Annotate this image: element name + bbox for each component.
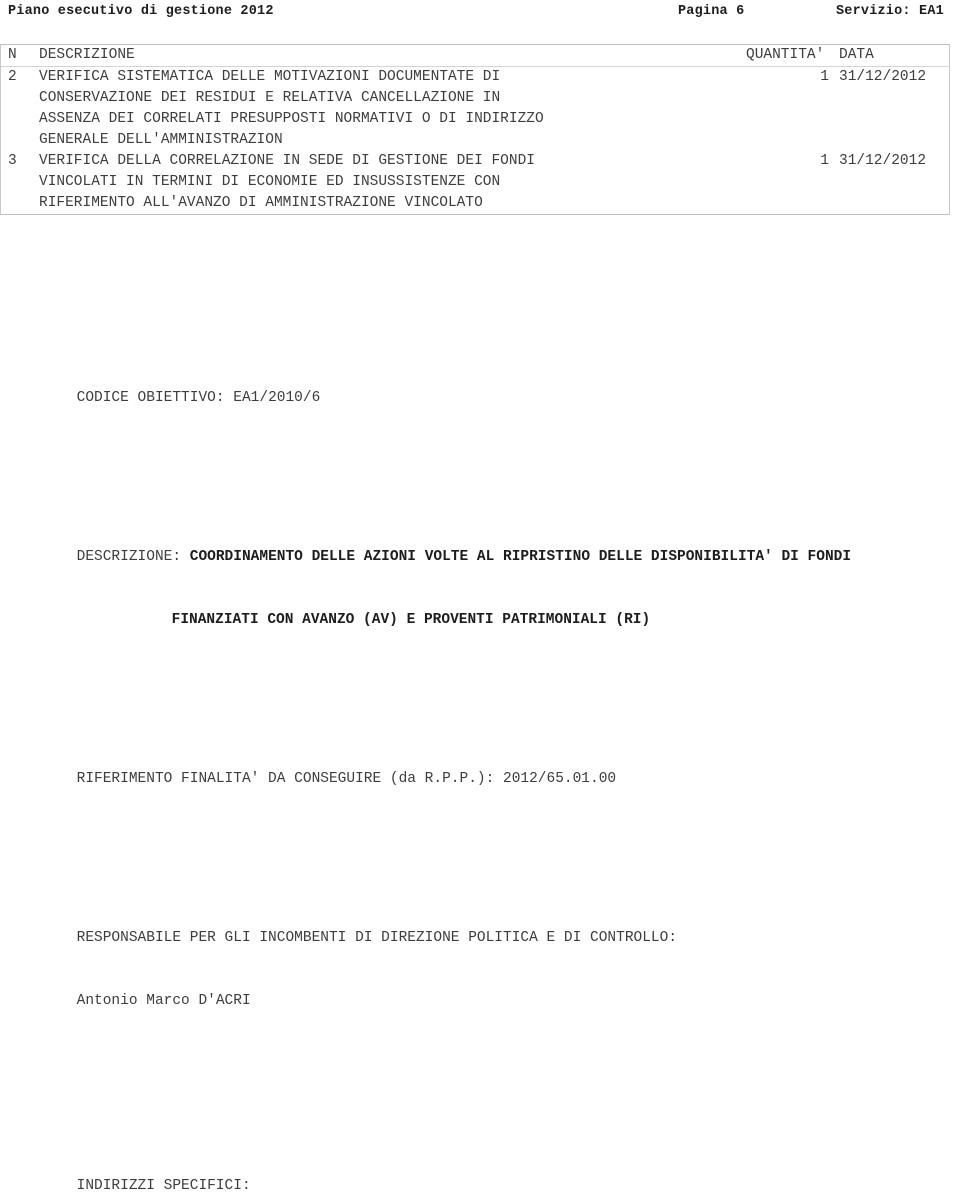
objective-block: CODICE OBIETTIVO: EA1/2010/6 DESCRIZIONE…	[0, 215, 950, 1202]
responsabile-value: Antonio Marco D'ACRI	[76, 993, 251, 1009]
row-number: 3	[8, 153, 17, 169]
descrizione-row-continuation: FINANZIATI CON AVANZO (AV) E PROVENTI PA…	[0, 589, 950, 628]
row-description-line: VINCOLATI IN TERMINI DI ECONOMIE ED INSU…	[39, 174, 501, 190]
table-row-continuation: ASSENZA DEI CORRELATI PRESUPPOSTI NORMAT…	[1, 109, 949, 130]
row-description-line: ASSENZA DEI CORRELATI PRESUPPOSTI NORMAT…	[39, 111, 544, 127]
row-description-line: VERIFICA SISTEMATICA DELLE MOTIVAZIONI D…	[39, 69, 501, 85]
table-row-continuation: CONSERVAZIONE DEI RESIDUI E RELATIVA CAN…	[1, 88, 949, 109]
row-quantity: 1	[820, 153, 829, 169]
row-number: 2	[8, 69, 17, 85]
table-row-continuation: GENERALE DELL'AMMINISTRAZION	[1, 130, 949, 151]
riferimento-finalita-text: RIFERIMENTO FINALITA' DA CONSEGUIRE (da …	[76, 771, 617, 787]
descrizione-value-line-1: COORDINAMENTO DELLE AZIONI VOLTE AL RIPR…	[189, 549, 852, 565]
document-body: N DESCRIZIONE QUANTITA' DATA 2 VERIFICA …	[0, 44, 960, 1202]
service-label: Servizio: EA1	[836, 4, 944, 19]
codice-obiettivo-row: CODICE OBIETTIVO: EA1/2010/6	[0, 367, 950, 406]
row-description-line: GENERALE DELL'AMMINISTRAZION	[39, 132, 283, 148]
column-header-n: N	[8, 47, 17, 63]
column-header-descrizione: DESCRIZIONE	[39, 47, 135, 63]
indirizzi-specifici-label: INDIRIZZI SPECIFICI:	[76, 1178, 251, 1194]
descrizione-row: DESCRIZIONE: COORDINAMENTO DELLE AZIONI …	[0, 526, 950, 565]
table-row-continuation: RIFERIMENTO ALL'AVANZO DI AMMINISTRAZION…	[1, 193, 949, 214]
responsabile-label-row: RESPONSABILE PER GLI INCOMBENTI DI DIREZ…	[0, 907, 950, 946]
table-row: 3 VERIFICA DELLA CORRELAZIONE IN SEDE DI…	[1, 151, 949, 172]
row-description-line: CONSERVAZIONE DEI RESIDUI E RELATIVA CAN…	[39, 90, 501, 106]
table-header-row: N DESCRIZIONE QUANTITA' DATA	[1, 45, 949, 67]
objectives-results-table-top: N DESCRIZIONE QUANTITA' DATA 2 VERIFICA …	[0, 44, 950, 215]
riferimento-finalita-row: RIFERIMENTO FINALITA' DA CONSEGUIRE (da …	[0, 748, 950, 787]
descrizione-value-line-2: FINANZIATI CON AVANZO (AV) E PROVENTI PA…	[171, 612, 651, 628]
indirizzi-specifici-row: INDIRIZZI SPECIFICI:	[0, 1155, 950, 1194]
descrizione-label: DESCRIZIONE:	[76, 549, 182, 565]
row-date: 31/12/2012	[839, 153, 927, 169]
row-description-line: VERIFICA DELLA CORRELAZIONE IN SEDE DI G…	[39, 153, 535, 169]
row-description-line: RIFERIMENTO ALL'AVANZO DI AMMINISTRAZION…	[39, 195, 483, 211]
column-header-quantita: QUANTITA'	[746, 47, 825, 63]
row-date: 31/12/2012	[839, 69, 927, 85]
row-quantity: 1	[820, 69, 829, 85]
responsabile-label: RESPONSABILE PER GLI INCOMBENTI DI DIREZ…	[76, 930, 678, 946]
document-page: Piano esecutivo di gestione 2012 Pagina …	[0, 0, 960, 1194]
table-row: 2 VERIFICA SISTEMATICA DELLE MOTIVAZIONI…	[1, 67, 949, 88]
column-header-data: DATA	[839, 47, 874, 63]
responsabile-value-row: Antonio Marco D'ACRI	[0, 970, 950, 1009]
codice-obiettivo-label: CODICE OBIETTIVO:	[76, 390, 225, 406]
page-header: Piano esecutivo di gestione 2012 Pagina …	[0, 4, 960, 26]
page-number-label: Pagina 6	[678, 4, 745, 19]
table-row-continuation: VINCOLATI IN TERMINI DI ECONOMIE ED INSU…	[1, 172, 949, 193]
document-title: Piano esecutivo di gestione 2012	[8, 4, 274, 19]
codice-obiettivo-value: EA1/2010/6	[233, 390, 321, 406]
